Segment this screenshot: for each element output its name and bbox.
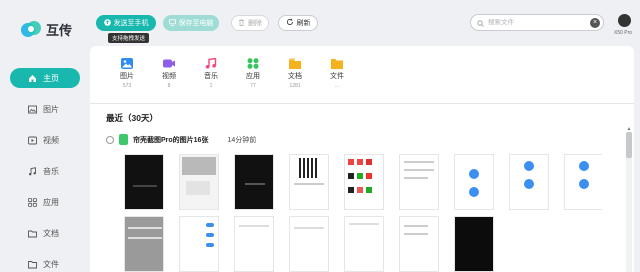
toolbar: 发送至手机 支持拖拽发送 保存至电脑 删除 刷新 × X50 Pro [90,0,640,46]
image-icon [121,56,133,69]
drag-tooltip: 支持拖拽发送 [108,33,150,43]
screenshot-thumbnail[interactable] [179,154,219,210]
category-images[interactable]: 图片 573 [106,56,148,89]
app-icon [119,134,128,145]
refresh-button[interactable]: 刷新 [278,15,318,31]
category-count: 1 [209,83,213,89]
screenshot-thumbnail[interactable] [399,154,439,210]
document-icon [289,56,301,69]
refresh-icon [286,18,294,28]
category-count: ... [334,83,340,89]
sidebar-item-label: 文件 [43,259,59,269]
screenshot-thumbnail[interactable] [234,216,274,272]
select-group-radio[interactable] [106,135,114,144]
screenshot-thumbnail[interactable] [124,154,164,210]
screenshot-thumbnail[interactable] [289,154,329,210]
category-label: 音乐 [204,73,218,80]
device-name: X50 Pro [614,30,633,36]
screenshot-thumbnail[interactable] [179,216,219,272]
music-icon [205,56,217,69]
thumbnail-grid [124,154,602,272]
screenshot-thumbnail[interactable] [454,154,494,210]
sidebar-item-documents[interactable]: 文档 [10,223,80,243]
logo-icon [20,18,42,40]
delete-button[interactable]: 删除 [231,15,269,31]
category-label: 图片 [120,73,134,80]
category-music[interactable]: 音乐 1 [190,56,232,89]
screenshot-thumbnail[interactable] [509,154,549,210]
sidebar-item-label: 文档 [43,228,59,238]
search-box[interactable]: × [470,14,604,31]
sidebar-item-label: 图片 [43,104,59,114]
send-to-phone-label: 发送至手机 [113,20,149,27]
scrollbar-thumb[interactable] [626,132,632,158]
sidebar-item-label: 音乐 [43,166,59,176]
recent-group: 帘壳截图Pro的图片16张 14分钟前 [106,134,256,145]
category-label: 应用 [246,73,260,80]
sidebar-item-music[interactable]: 音乐 [10,161,80,181]
folder-icon [331,56,343,69]
music-icon [28,166,37,176]
scrollbar[interactable] [626,132,632,272]
screenshot-thumbnail[interactable] [344,154,384,210]
app-logo: 互传 [20,18,72,40]
screenshot-thumbnail[interactable] [454,216,494,272]
home-icon [28,74,37,83]
video-icon [163,56,175,68]
screenshot-thumbnail[interactable] [124,216,164,272]
group-name: 帘壳截图Pro的图片16张 [133,136,209,144]
send-to-phone-button[interactable]: 发送至手机 [96,15,156,31]
divider [90,103,634,104]
group-time: 14分钟前 [227,136,257,144]
category-label: 文档 [288,73,302,80]
save-to-pc-label: 保存至电脑 [178,20,214,27]
delete-label: 删除 [248,20,262,27]
category-files[interactable]: 文件 ... [316,56,358,89]
sidebar-item-label: 应用 [43,197,59,207]
device-avatar[interactable] [618,14,631,27]
trash-icon [238,18,245,28]
app-name: 互传 [46,22,73,38]
sidebar-item-images[interactable]: 图片 [10,99,80,119]
screenshot-thumbnail[interactable] [289,216,329,272]
document-icon [28,229,37,238]
category-label: 视频 [162,73,176,80]
category-label: 文件 [330,73,344,80]
sidebar-item-apps[interactable]: 应用 [10,192,80,212]
apps-icon [247,56,259,69]
category-count: 1281 [289,83,301,89]
image-icon [28,105,37,114]
category-apps[interactable]: 应用 77 [232,56,274,89]
category-videos[interactable]: 视频 8 [148,56,190,89]
category-count: 573 [122,83,132,89]
sidebar-item-label: 视频 [43,135,59,145]
screenshot-thumbnail[interactable] [564,154,602,210]
phone-icon [103,18,111,28]
search-icon [477,14,484,32]
apps-icon [28,197,37,207]
category-documents[interactable]: 文档 1281 [274,56,316,89]
search-input[interactable] [488,19,588,26]
sidebar-nav: 主页 图片 视频 音乐 应用 文档 文件 [10,68,80,272]
computer-icon [168,18,176,28]
screenshot-thumbnail[interactable] [234,154,274,210]
recent-title: 最近（30天） [106,113,158,123]
screenshot-thumbnail[interactable] [399,216,439,272]
category-row: 图片 573 视频 8 音乐 1 应用 77 文档 1281 文件 ... [106,56,358,89]
save-to-pc-button[interactable]: 保存至电脑 [163,15,219,31]
screenshot-thumbnail[interactable] [344,216,384,272]
sidebar-item-files[interactable]: 文件 [10,254,80,272]
sidebar-item-videos[interactable]: 视频 [10,130,80,150]
category-count: 8 [167,83,171,89]
refresh-label: 刷新 [296,20,311,27]
close-icon[interactable]: × [590,18,600,28]
category-count: 77 [250,83,256,89]
video-icon [28,136,37,145]
sidebar: 互传 主页 图片 视频 音乐 应用 文档 文件 [0,0,90,272]
main-panel: 图片 573 视频 8 音乐 1 应用 77 文档 1281 文件 ... 最近… [90,46,634,272]
sidebar-item-home[interactable]: 主页 [10,68,80,88]
folder-icon [28,260,37,269]
sidebar-item-label: 主页 [43,73,59,83]
